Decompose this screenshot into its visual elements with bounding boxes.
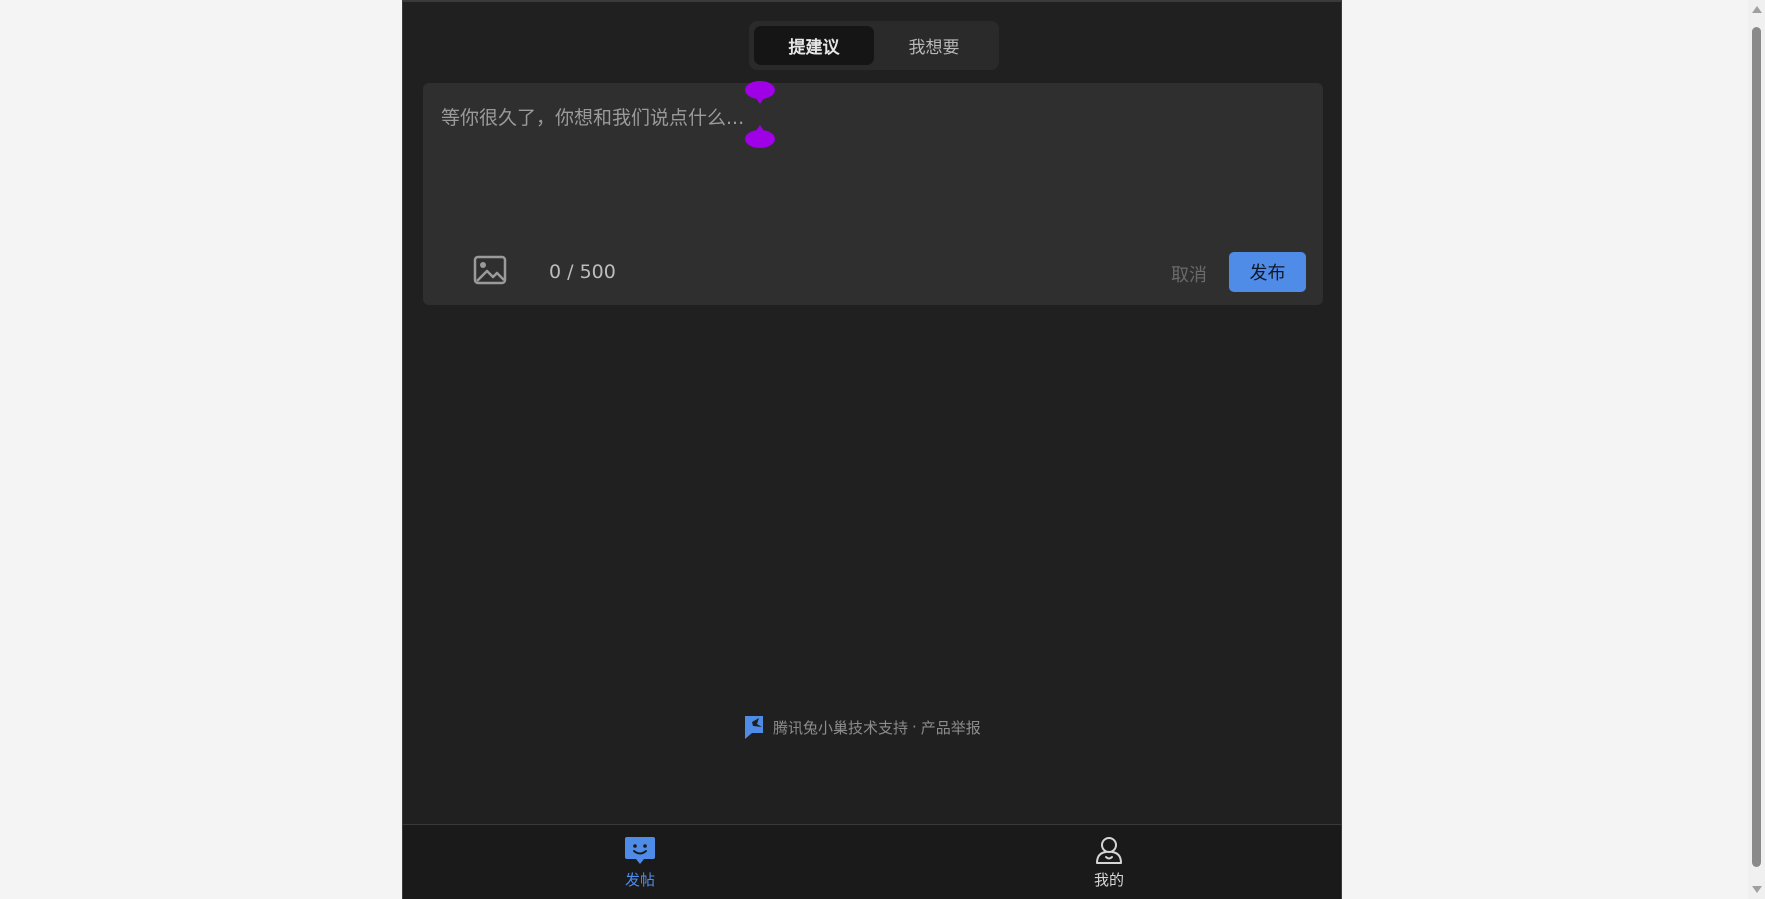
footer: 腾讯兔小巢技术支持 · 产品举报 xyxy=(743,714,981,740)
scrollbar-thumb[interactable] xyxy=(1752,27,1761,867)
nav-post[interactable]: 发帖 xyxy=(580,835,700,890)
chat-smile-icon xyxy=(625,837,655,864)
user-icon xyxy=(1096,837,1122,864)
publish-button[interactable]: 发布 xyxy=(1229,252,1306,292)
page-scrollbar[interactable] xyxy=(1748,0,1765,899)
image-icon[interactable] xyxy=(473,255,507,285)
composer-card: 0 / 500 取消 发布 xyxy=(423,81,1323,305)
cancel-button[interactable]: 取消 xyxy=(1171,261,1207,287)
char-counter: 0 / 500 xyxy=(549,261,616,283)
selection-start-handle[interactable] xyxy=(745,81,775,104)
feedback-app: 提建议 我想要 0 / 500 取消 发布 腾讯兔小巢技术支持 · 产品举报 xyxy=(402,0,1342,899)
support-link[interactable]: 腾讯兔小巢技术支持 xyxy=(773,717,908,738)
scroll-up-arrow-icon[interactable] xyxy=(1752,6,1762,13)
tab-suggestion[interactable]: 提建议 xyxy=(754,26,874,65)
tab-switcher: 提建议 我想要 xyxy=(749,21,999,70)
footer-separator: · xyxy=(912,718,917,736)
scroll-down-arrow-icon[interactable] xyxy=(1752,886,1762,893)
nav-post-label: 发帖 xyxy=(624,871,655,889)
selection-end-handle[interactable] xyxy=(745,125,775,148)
bottom-nav: 发帖 我的 xyxy=(403,824,1341,899)
tencent-txc-logo-icon xyxy=(745,716,763,739)
report-link[interactable]: 产品举报 xyxy=(921,717,981,738)
tab-request[interactable]: 我想要 xyxy=(874,26,994,65)
nav-mine-label: 我的 xyxy=(1093,871,1124,889)
feedback-textarea[interactable] xyxy=(423,83,1323,233)
nav-mine[interactable]: 我的 xyxy=(1049,835,1169,890)
top-border xyxy=(403,0,1341,2)
